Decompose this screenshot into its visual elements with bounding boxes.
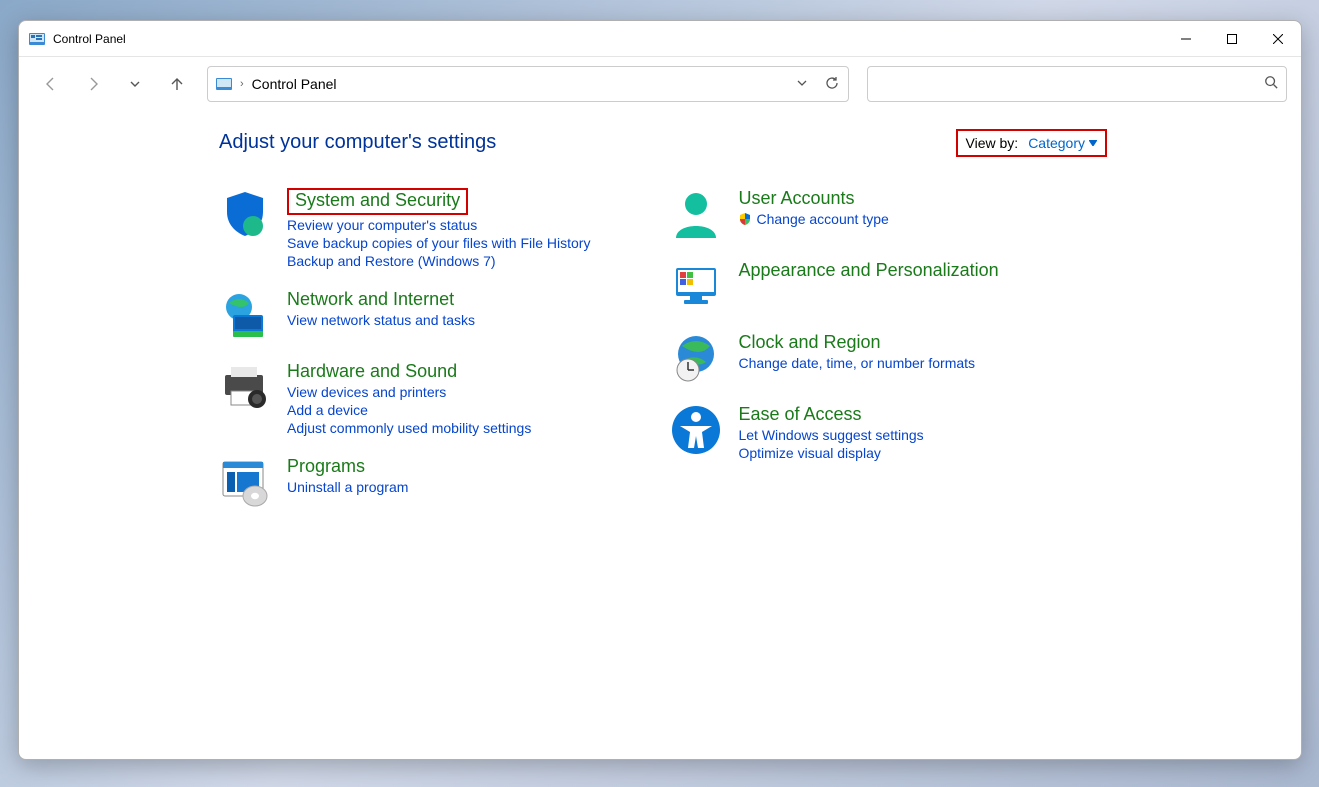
search-icon[interactable] <box>1264 75 1278 94</box>
category-link-user-accounts[interactable]: User Accounts <box>738 188 888 209</box>
address-history-button[interactable] <box>796 76 808 92</box>
link-devices-printers[interactable]: View devices and printers <box>287 384 531 400</box>
link-uninstall-program[interactable]: Uninstall a program <box>287 479 408 495</box>
forward-button[interactable] <box>75 66 111 102</box>
link-backup-restore[interactable]: Backup and Restore (Windows 7) <box>287 253 590 269</box>
view-by-value-text: Category <box>1028 135 1085 151</box>
control-panel-app-icon <box>29 31 45 47</box>
view-by-selector[interactable]: View by: Category <box>956 129 1107 157</box>
link-mobility-settings[interactable]: Adjust commonly used mobility settings <box>287 420 531 436</box>
category-hardware: Hardware and Sound View devices and prin… <box>219 361 590 436</box>
printer-icon <box>219 361 271 413</box>
link-change-account-type[interactable]: Change account type <box>738 211 888 227</box>
control-panel-crumb-icon <box>216 76 232 92</box>
category-column-left: System and Security Review your computer… <box>219 188 590 508</box>
link-date-time-formats[interactable]: Change date, time, or number formats <box>738 355 975 371</box>
shield-icon <box>219 188 271 240</box>
link-add-device[interactable]: Add a device <box>287 402 531 418</box>
category-ease-of-access: Ease of Access Let Windows suggest setti… <box>670 404 998 461</box>
refresh-button[interactable] <box>824 75 840 94</box>
link-change-account-type-text: Change account type <box>756 211 888 227</box>
category-clock-region: Clock and Region Change date, time, or n… <box>670 332 998 384</box>
category-appearance: Appearance and Personalization <box>670 260 998 312</box>
category-link-appearance[interactable]: Appearance and Personalization <box>738 260 998 281</box>
category-link-hardware[interactable]: Hardware and Sound <box>287 361 531 382</box>
address-bar[interactable]: › Control Panel <box>207 66 849 102</box>
close-button[interactable] <box>1255 21 1301 57</box>
programs-icon <box>219 456 271 508</box>
category-link-clock-region[interactable]: Clock and Region <box>738 332 975 353</box>
link-network-status[interactable]: View network status and tasks <box>287 312 475 328</box>
link-review-status[interactable]: Review your computer's status <box>287 217 590 233</box>
search-input[interactable] <box>876 76 1264 92</box>
category-column-right: User Accounts <box>670 188 998 508</box>
category-system-security: System and Security Review your computer… <box>219 188 590 269</box>
window-title: Control Panel <box>53 32 126 46</box>
recent-locations-button[interactable] <box>117 66 153 102</box>
accessibility-icon <box>670 404 722 456</box>
category-grid: System and Security Review your computer… <box>219 188 1271 508</box>
user-icon <box>670 188 722 240</box>
control-panel-window: Control Panel <box>18 20 1302 760</box>
globe-network-icon <box>219 289 271 341</box>
content-area: Adjust your computer's settings View by:… <box>19 111 1301 759</box>
page-title: Adjust your computer's settings <box>219 131 1271 154</box>
category-programs: Programs Uninstall a program <box>219 456 590 508</box>
titlebar: Control Panel <box>19 21 1301 57</box>
category-network: Network and Internet View network status… <box>219 289 590 341</box>
toolbar: › Control Panel <box>19 57 1301 111</box>
view-by-value[interactable]: Category <box>1028 135 1097 151</box>
view-by-label: View by: <box>966 135 1019 151</box>
category-link-ease-of-access[interactable]: Ease of Access <box>738 404 923 425</box>
breadcrumb[interactable]: Control Panel <box>252 76 788 92</box>
category-link-network[interactable]: Network and Internet <box>287 289 475 310</box>
minimize-button[interactable] <box>1163 21 1209 57</box>
link-optimize-visual-display[interactable]: Optimize visual display <box>738 445 923 461</box>
uac-shield-icon <box>738 212 752 226</box>
breadcrumb-separator-icon: › <box>240 78 244 90</box>
category-user-accounts: User Accounts <box>670 188 998 240</box>
back-button[interactable] <box>33 66 69 102</box>
category-link-system-security[interactable]: System and Security <box>287 188 468 215</box>
monitor-icon <box>670 260 722 312</box>
maximize-button[interactable] <box>1209 21 1255 57</box>
link-file-history[interactable]: Save backup copies of your files with Fi… <box>287 235 590 251</box>
up-button[interactable] <box>159 66 195 102</box>
search-box[interactable] <box>867 66 1287 102</box>
globe-clock-icon <box>670 332 722 384</box>
link-suggest-settings[interactable]: Let Windows suggest settings <box>738 427 923 443</box>
category-link-programs[interactable]: Programs <box>287 456 408 477</box>
